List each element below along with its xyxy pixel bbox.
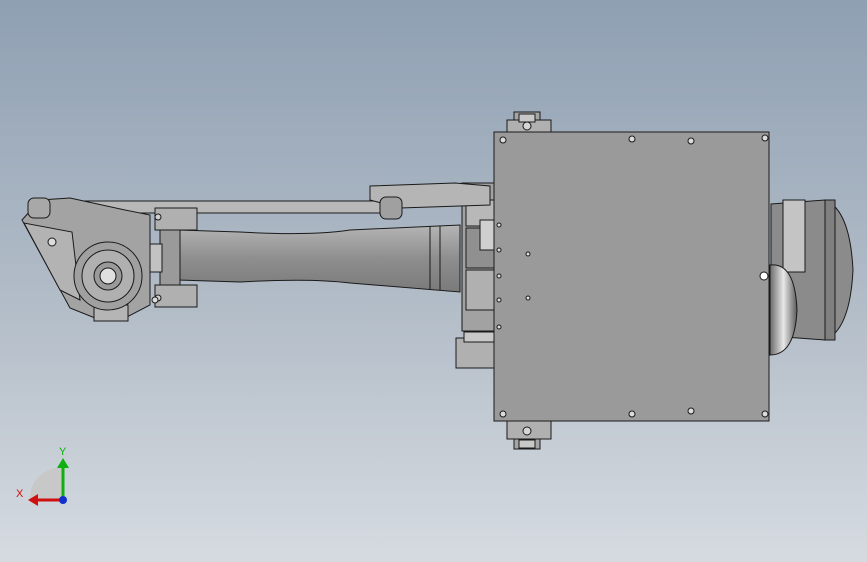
xy-plane-quadrant [29, 467, 63, 500]
y-axis-label: Y [59, 446, 67, 458]
robot-model[interactable] [21, 111, 854, 450]
axis-triad: Y X [16, 446, 69, 506]
shoulder-joint [455, 182, 495, 369]
top-bracket [506, 111, 552, 133]
cad-viewport[interactable]: Y X [0, 0, 867, 562]
x-axis-label: X [16, 488, 24, 500]
main-arm [177, 224, 461, 293]
z-axis-dot [59, 496, 67, 504]
base-plate [493, 131, 770, 422]
y-axis-arrow [57, 458, 69, 468]
bottom-bracket [506, 420, 552, 450]
wrist-assembly [21, 197, 159, 322]
rear-motor [759, 199, 854, 356]
